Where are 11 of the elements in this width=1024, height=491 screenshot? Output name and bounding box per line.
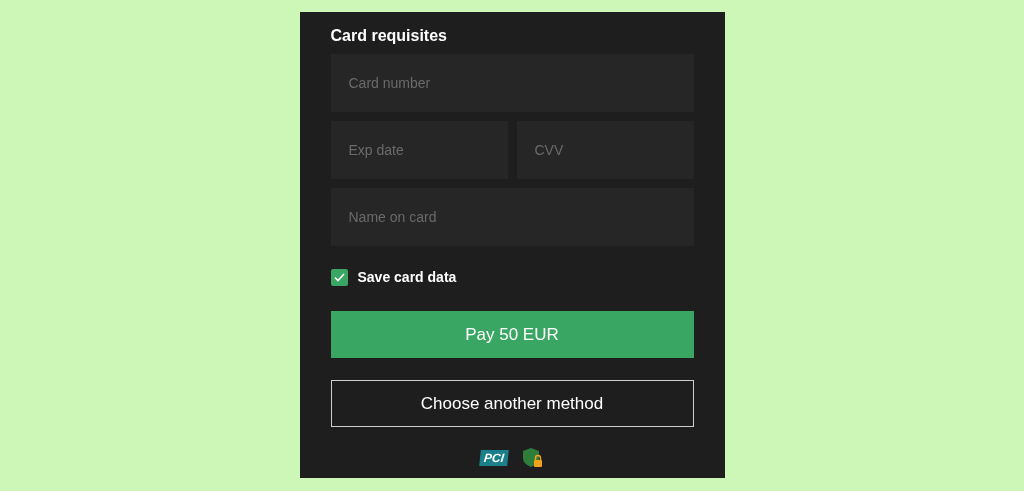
checkbox-label: Save card data — [357, 268, 457, 287]
input-field[interactable]: Card number — [330, 54, 694, 112]
another-method-button[interactable]: Choose another method — [330, 380, 694, 427]
pci-logo: PCI — [479, 450, 509, 466]
shield-lock-icon — [522, 447, 544, 469]
form-title: Card requisites — [330, 26, 448, 46]
input-field[interactable]: Exp date — [330, 121, 508, 179]
check-icon — [333, 273, 345, 282]
input-field[interactable]: Name on card — [330, 188, 694, 246]
input-field[interactable]: CVV — [516, 121, 694, 179]
checkbox[interactable] — [330, 269, 348, 286]
